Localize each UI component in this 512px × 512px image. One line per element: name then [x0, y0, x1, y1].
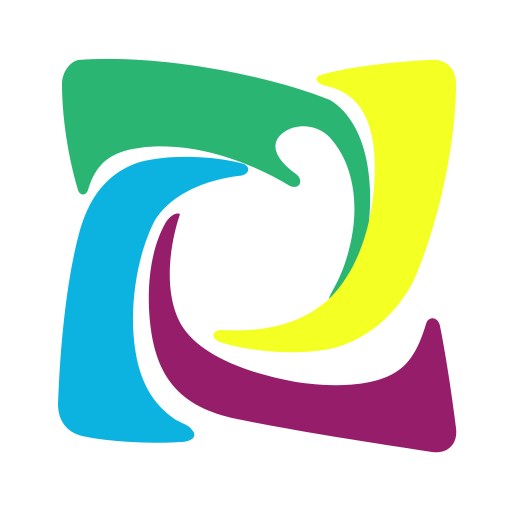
- logo-canvas: [0, 0, 512, 512]
- pinwheel-logo: [0, 0, 512, 512]
